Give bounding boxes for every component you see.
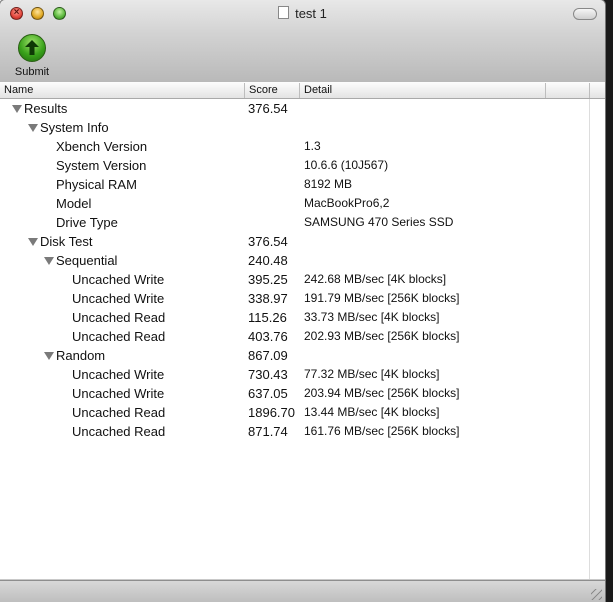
tree-row[interactable]: Uncached Write 338.97 191.79 MB/sec [256… [0, 289, 605, 308]
row-label: Uncached Read [72, 310, 166, 325]
disclosure-triangle-icon[interactable] [28, 124, 38, 132]
upload-arrow-icon [18, 34, 46, 62]
row-score: 338.97 [248, 291, 288, 306]
row-detail: 77.32 MB/sec [4K blocks] [304, 367, 440, 381]
tree-row-results[interactable]: Results 376.54 [0, 99, 605, 118]
row-label: Model [56, 196, 92, 211]
row-label: Uncached Read [72, 405, 166, 420]
row-label: Uncached Read [72, 424, 166, 439]
title-bar: × test 1 Submit [0, 0, 605, 83]
row-detail: 203.94 MB/sec [256K blocks] [304, 386, 460, 400]
tree-row-system-info[interactable]: System Info [0, 118, 605, 137]
tree-row[interactable]: Uncached Write 395.25 242.68 MB/sec [4K … [0, 270, 605, 289]
tree-row-sequential[interactable]: Sequential 240.48 [0, 251, 605, 270]
row-label: Results [24, 101, 68, 116]
submit-button[interactable]: Submit [10, 34, 54, 80]
outline-header: Name Score Detail [0, 82, 605, 99]
tree-row[interactable]: Physical RAM 8192 MB [0, 175, 605, 194]
row-score: 115.26 [248, 310, 287, 325]
disclosure-triangle-icon[interactable] [28, 238, 38, 246]
row-label: Sequential [56, 253, 118, 268]
tree-row-random[interactable]: Random 867.09 [0, 346, 605, 365]
vertical-scrollbar[interactable] [589, 99, 605, 579]
row-detail: 13.44 MB/sec [4K blocks] [304, 405, 440, 419]
row-label: Drive Type [56, 215, 118, 230]
row-label: Uncached Write [72, 386, 165, 401]
tree-row[interactable]: Uncached Write 637.05 203.94 MB/sec [256… [0, 384, 605, 403]
row-detail: SAMSUNG 470 Series SSD [304, 215, 454, 229]
tree-row[interactable]: Uncached Read 1896.70 13.44 MB/sec [4K b… [0, 403, 605, 422]
row-score: 871.74 [248, 424, 288, 439]
row-detail: 202.93 MB/sec [256K blocks] [304, 329, 460, 343]
resize-grip-icon[interactable] [591, 589, 602, 600]
row-detail: 33.73 MB/sec [4K blocks] [304, 310, 440, 324]
row-detail: 1.3 [304, 139, 321, 153]
disclosure-triangle-icon[interactable] [12, 105, 22, 113]
row-score: 395.25 [248, 272, 288, 287]
row-detail: 191.79 MB/sec [256K blocks] [304, 291, 460, 305]
row-score: 240.48 [248, 253, 288, 268]
disclosure-triangle-icon[interactable] [44, 257, 54, 265]
window-bottom-bar [0, 580, 605, 602]
column-header-name[interactable]: Name [0, 83, 245, 98]
toolbar-toggle-button[interactable] [573, 8, 597, 20]
row-score: 1896.70 [248, 405, 295, 420]
row-score: 867.09 [248, 348, 288, 363]
tree-row-disk-test[interactable]: Disk Test 376.54 [0, 232, 605, 251]
window-title-area: test 1 [0, 6, 605, 21]
tree-row[interactable]: Uncached Write 730.43 77.32 MB/sec [4K b… [0, 365, 605, 384]
row-label: Physical RAM [56, 177, 137, 192]
column-header-empty [546, 83, 590, 98]
row-score: 376.54 [248, 101, 288, 116]
tree-row[interactable]: Uncached Read 403.76 202.93 MB/sec [256K… [0, 327, 605, 346]
row-label: Uncached Write [72, 367, 165, 382]
row-detail: MacBookPro6,2 [304, 196, 390, 210]
row-score: 403.76 [248, 329, 288, 344]
background-desktop-edge [604, 0, 613, 602]
document-icon [278, 6, 290, 19]
disclosure-triangle-icon[interactable] [44, 352, 54, 360]
tree-row[interactable]: Uncached Read 871.74 161.76 MB/sec [256K… [0, 422, 605, 441]
row-score: 637.05 [248, 386, 288, 401]
tree-row[interactable]: Model MacBookPro6,2 [0, 194, 605, 213]
row-label: Uncached Read [72, 329, 166, 344]
row-detail: 161.76 MB/sec [256K blocks] [304, 424, 460, 438]
tree-row[interactable]: System Version 10.6.6 (10J567) [0, 156, 605, 175]
column-header-score[interactable]: Score [245, 83, 300, 98]
row-label: Uncached Write [72, 291, 165, 306]
xbench-window: × test 1 Submit Name Score Detail Result… [0, 0, 605, 602]
row-score: 376.54 [248, 234, 288, 249]
submit-label: Submit [14, 66, 50, 78]
row-detail: 242.68 MB/sec [4K blocks] [304, 272, 447, 286]
results-outline: Results 376.54 System Info Xbench Versio… [0, 99, 605, 579]
tree-row[interactable]: Uncached Read 115.26 33.73 MB/sec [4K bl… [0, 308, 605, 327]
window-title: test 1 [295, 6, 327, 21]
row-label: Disk Test [40, 234, 93, 249]
row-label: System Version [56, 158, 147, 173]
column-header-detail[interactable]: Detail [300, 83, 546, 98]
row-label: Random [56, 348, 106, 363]
row-label: System Info [40, 120, 109, 135]
row-label: Xbench Version [56, 139, 148, 154]
row-label: Uncached Write [72, 272, 165, 287]
row-detail: 10.6.6 (10J567) [304, 158, 389, 172]
row-score: 730.43 [248, 367, 288, 382]
tree-row[interactable]: Drive Type SAMSUNG 470 Series SSD [0, 213, 605, 232]
tree-row[interactable]: Xbench Version 1.3 [0, 137, 605, 156]
row-detail: 8192 MB [304, 177, 353, 191]
